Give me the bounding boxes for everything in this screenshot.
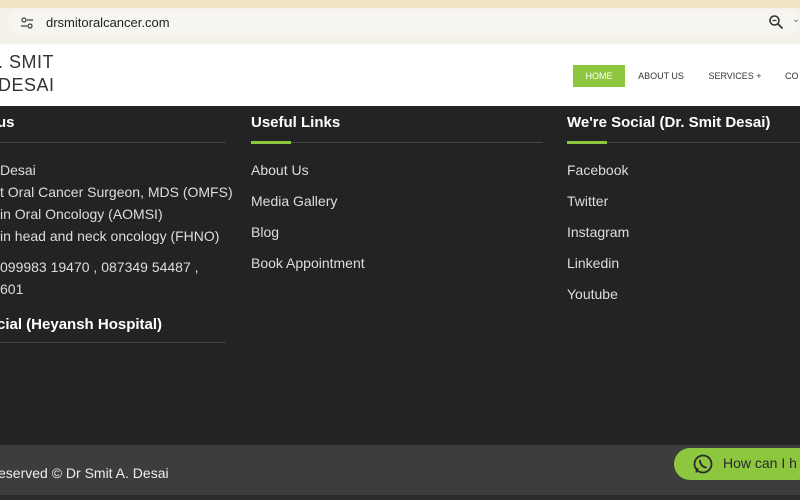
zoom-icon[interactable] bbox=[768, 14, 784, 30]
nav-services[interactable]: SERVICES + bbox=[700, 65, 770, 87]
link-linkedin[interactable]: Linkedin bbox=[567, 255, 619, 271]
url-text[interactable]: drsmitoralcancer.com bbox=[46, 15, 170, 30]
social-heading: We're Social (Dr. Smit Desai) bbox=[567, 114, 771, 131]
logo-text[interactable]: . SMIT bbox=[0, 52, 54, 73]
logo-text[interactable]: DESAI bbox=[0, 75, 55, 96]
link-twitter[interactable]: Twitter bbox=[567, 193, 608, 209]
about-heading: us bbox=[0, 114, 15, 131]
link-book-appointment[interactable]: Book Appointment bbox=[251, 255, 365, 271]
about-line: 601 bbox=[0, 281, 24, 297]
about-line: t Oral Cancer Surgeon, MDS (OMFS) bbox=[0, 184, 233, 200]
tab-strip bbox=[0, 0, 800, 8]
bottom-edge bbox=[0, 495, 800, 500]
phone-numbers[interactable]: 099983 19470 , 087349 54487 , bbox=[0, 259, 199, 275]
heading-accent bbox=[567, 141, 607, 144]
nav-home[interactable]: HOME bbox=[573, 65, 625, 87]
link-youtube[interactable]: Youtube bbox=[567, 286, 618, 302]
divider bbox=[251, 142, 543, 143]
about-line: Desai bbox=[0, 162, 36, 178]
whatsapp-chat-label[interactable]: How can I h bbox=[723, 455, 797, 471]
link-blog[interactable]: Blog bbox=[251, 224, 279, 240]
useful-links-heading: Useful Links bbox=[251, 114, 341, 131]
heading-accent bbox=[251, 141, 291, 144]
nav-contact[interactable]: CO bbox=[785, 65, 800, 87]
link-about-us[interactable]: About Us bbox=[251, 162, 309, 178]
divider bbox=[0, 342, 226, 343]
link-instagram[interactable]: Instagram bbox=[567, 224, 629, 240]
divider bbox=[0, 142, 226, 143]
nav-about-us[interactable]: ABOUT US bbox=[632, 65, 690, 87]
chevron-down-icon[interactable]: ⌄ bbox=[792, 14, 800, 25]
about-line: in head and neck oncology (FHNO) bbox=[0, 228, 220, 244]
link-facebook[interactable]: Facebook bbox=[567, 162, 628, 178]
copyright-text: eserved © Dr Smit A. Desai bbox=[0, 465, 169, 481]
site-info-icon[interactable] bbox=[20, 16, 34, 30]
whatsapp-icon[interactable] bbox=[692, 453, 714, 475]
about-line: in Oral Oncology (AOMSI) bbox=[0, 206, 163, 222]
hospital-social-heading: cial (Heyansh Hospital) bbox=[0, 316, 163, 333]
link-media-gallery[interactable]: Media Gallery bbox=[251, 193, 337, 209]
